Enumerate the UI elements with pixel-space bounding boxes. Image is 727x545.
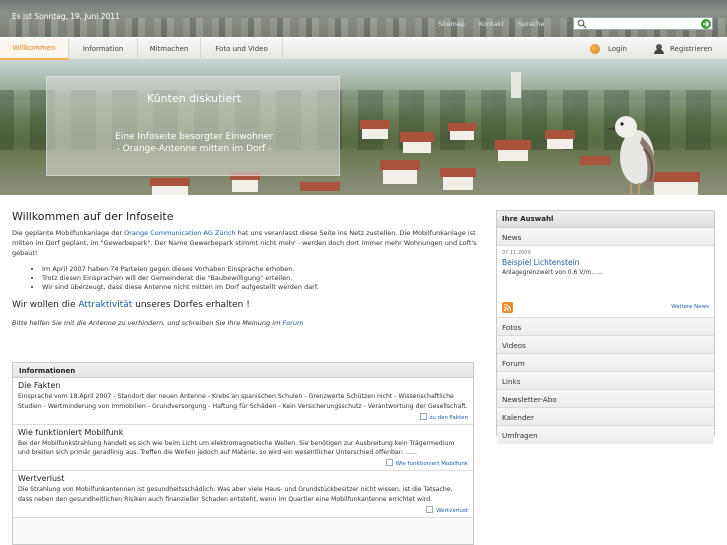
login-label: Login — [608, 45, 627, 53]
information-header: Informationen — [13, 363, 473, 378]
info-item-fakten: Die Fakten Einsprache vom 18.April 2007 … — [13, 378, 473, 425]
tab-information[interactable]: Information — [69, 38, 138, 60]
top-banner: Es ist Sonntag, 19. Juni 2011 Sitemap Ko… — [0, 0, 727, 37]
news-date: 07.11.2009 — [502, 250, 531, 256]
sidebar-item-kalender[interactable]: Kalender — [497, 408, 714, 426]
search-input[interactable] — [587, 18, 699, 29]
sidebar-item-forum[interactable]: Forum — [497, 354, 714, 372]
sidebar-item-news[interactable]: News — [497, 228, 714, 246]
external-link-icon — [385, 459, 393, 467]
info-item-text: Einsprache vom 18.April 2007 - Standort … — [18, 393, 468, 410]
sidebar-item-umfragen[interactable]: Umfragen — [497, 426, 714, 444]
main-content: Willkommen auf der Infoseite Die geplant… — [12, 210, 482, 327]
info-item-wertverlust: Wertverlust Die Strahlung von Mobilfunka… — [13, 471, 473, 518]
search-go-button[interactable] — [701, 19, 711, 29]
intro-paragraph: Die geplante Mobilfunkanlage der Orange … — [12, 229, 477, 257]
main-navigation: Willkommen Information Mitmachen Foto un… — [0, 37, 727, 60]
search-box — [573, 17, 713, 30]
user-icon — [654, 44, 664, 54]
facts-list: Im April 2007 haben 74 Parteien gegen di… — [42, 265, 482, 292]
sidebar-item-newsletter[interactable]: Newsletter-Abo — [497, 390, 714, 408]
attraktivitaet-link[interactable]: Attraktivität — [78, 300, 132, 310]
more-link[interactable]: zu den Fakten — [18, 412, 468, 421]
more-link[interactable]: Wertverlust — [18, 505, 468, 514]
tab-willkommen[interactable]: Willkommen — [0, 38, 69, 60]
page-title: Willkommen auf der Infoseite — [12, 210, 174, 223]
forum-request: Bitte helfen Sie mit die Antenne zu verh… — [12, 319, 304, 327]
external-link-icon — [419, 412, 427, 420]
hero-text-panel: Künten diskutiert Eine Infoseite besorgt… — [46, 76, 340, 176]
info-item-text: Die Strahlung von Mobilfunkantennen ist … — [18, 486, 453, 503]
news-text: Anlagegrenzwert von 0.6 V/m...... — [502, 269, 603, 276]
info-item-title[interactable]: Wie funktioniert Mobilfunk — [18, 428, 468, 437]
more-link[interactable]: Wie funktioniert Mobilfunk — [18, 459, 468, 467]
seagull-image — [606, 116, 656, 195]
arrow-right-icon — [703, 21, 710, 27]
sitemap-link[interactable]: Sitemap — [438, 20, 465, 28]
search-icon — [577, 19, 587, 29]
register-button[interactable]: Registrieren — [654, 38, 712, 60]
top-links: Sitemap Kontakt Sprache — [438, 20, 544, 28]
list-item: Wir sind überzeugt, dass diese Antenne n… — [42, 283, 482, 292]
sidebar: Ihre Auswahl News 07.11.2009 Beispiel Li… — [496, 210, 715, 444]
language-link[interactable]: Sprache — [518, 20, 545, 28]
info-item-text: Bei der Mobilfunkstrahlung handelt es si… — [18, 439, 455, 457]
list-item: Trotz diesen Einsprachen will der Gemein… — [42, 274, 482, 283]
sidebar-header: Ihre Auswahl — [497, 211, 714, 228]
external-link-icon — [426, 505, 434, 513]
info-item-title[interactable]: Die Fakten — [18, 381, 468, 390]
register-label: Registrieren — [670, 45, 713, 53]
tab-mitmachen[interactable]: Mitmachen — [138, 38, 201, 60]
news-block: 07.11.2009 Beispiel Lichtenstein Anlageg… — [497, 246, 714, 318]
church-tower — [511, 72, 521, 98]
news-title-link[interactable]: Beispiel Lichtenstein — [502, 258, 709, 267]
hero-banner: Künten diskutiert Eine Infoseite besorgt… — [0, 60, 727, 195]
login-icon — [590, 44, 600, 54]
tab-foto-und-video[interactable]: Foto und Video — [201, 38, 283, 60]
site-title: Künten diskutiert — [147, 92, 241, 105]
forum-link[interactable]: Forum — [282, 319, 303, 327]
sidebar-item-fotos[interactable]: Fotos — [497, 318, 714, 336]
information-box: Informationen Die Fakten Einsprache vom … — [12, 362, 474, 545]
login-button[interactable]: Login — [590, 38, 627, 60]
contact-link[interactable]: Kontakt — [479, 20, 504, 28]
site-tagline: - Orange-Antenne mitten im Dorf - — [116, 144, 272, 154]
site-subtitle: Eine Infoseite besorgter Einwohner — [115, 132, 273, 142]
slogan: Wir wollen die Attraktivität unseres Dor… — [12, 300, 250, 310]
orange-link[interactable]: Orange Communication AG Zürich — [124, 229, 236, 237]
info-item-mobilfunk: Wie funktioniert Mobilfunk Bei der Mobil… — [13, 424, 473, 472]
rss-icon[interactable] — [502, 302, 513, 313]
sidebar-item-videos[interactable]: Videos — [497, 336, 714, 354]
current-date: Es ist Sonntag, 19. Juni 2011 — [12, 12, 120, 21]
more-news-link[interactable]: Weitere News — [671, 304, 709, 310]
list-item: Im April 2007 haben 74 Parteien gegen di… — [42, 265, 482, 274]
sidebar-item-links[interactable]: Links — [497, 372, 714, 390]
info-item-title[interactable]: Wertverlust — [18, 474, 468, 483]
